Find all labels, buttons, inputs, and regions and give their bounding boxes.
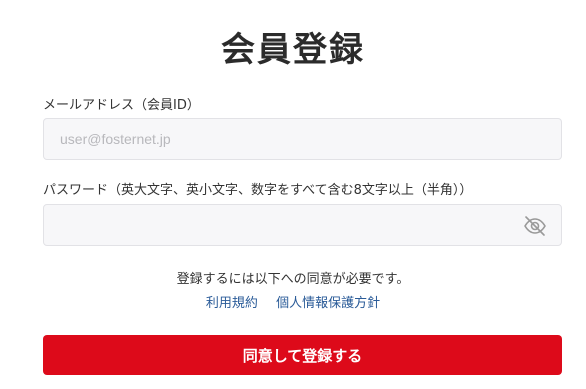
privacy-policy-link[interactable]: 個人情報保護方針 xyxy=(276,296,380,311)
page-title: 会員登録 xyxy=(221,30,365,70)
password-field-container xyxy=(43,204,562,246)
email-label: メールアドレス（会員ID） xyxy=(43,98,200,113)
agree-and-register-button[interactable]: 同意して登録する xyxy=(43,335,562,375)
terms-of-use-link[interactable]: 利用規約 xyxy=(206,296,258,311)
consent-note: 登録するには以下への同意が必要です。 xyxy=(176,272,410,287)
policy-links: 利用規約 個人情報保護方針 xyxy=(0,292,586,311)
email-input[interactable] xyxy=(44,119,561,159)
email-field-container xyxy=(43,118,562,160)
eye-slash-icon[interactable] xyxy=(523,215,547,237)
password-label: パスワード（英大文字、英小文字、数字をすべて含む8文字以上（半角）） xyxy=(43,183,473,198)
password-input[interactable] xyxy=(44,205,561,245)
